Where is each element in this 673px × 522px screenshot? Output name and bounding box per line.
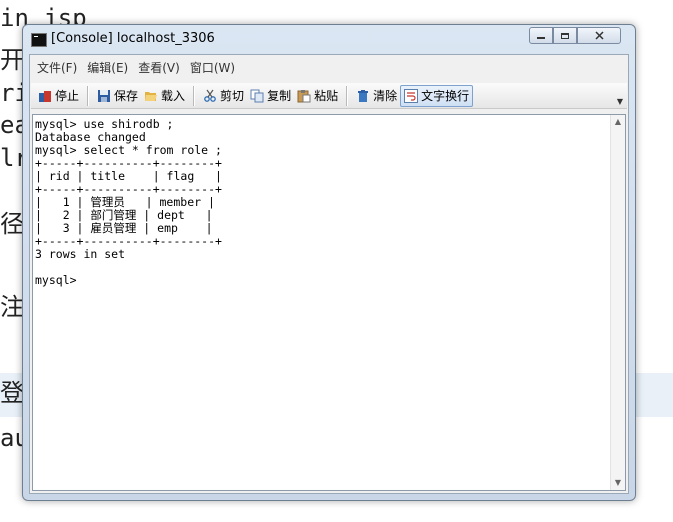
stop-button[interactable]: 停止 [35,85,82,107]
menu-bar: 文件(F) 编辑(E) 查看(V) 窗口(W) [30,55,628,79]
stop-icon [39,90,51,102]
toolbar-overflow-icon[interactable]: ▼ [617,97,623,106]
console-app-icon [31,33,47,47]
trash-icon [358,89,369,102]
folder-open-icon [145,91,158,101]
toolbar-separator [87,85,90,106]
console-output-text: mysql> use shirodb ; Database changed my… [35,117,222,287]
clear-label: 清除 [373,89,398,103]
word-wrap-label: 文字换行 [421,89,470,103]
background-text-line: 注 [0,293,24,321]
cut-label: 剪切 [220,89,245,103]
menu-file[interactable]: 文件(F) [36,58,78,77]
console-output-area[interactable]: mysql> use shirodb ; Database changed my… [32,114,626,491]
maximize-button[interactable] [553,27,577,44]
vertical-scrollbar[interactable]: ▲ ▼ [610,115,625,490]
maximize-icon [561,32,569,39]
minimize-icon [537,37,545,39]
minimize-button[interactable] [529,27,553,44]
clear-button[interactable]: 清除 [353,85,400,107]
menu-window[interactable]: 窗口(W) [189,58,236,77]
paste-icon [297,89,311,102]
menu-edit[interactable]: 编辑(E) [86,58,129,77]
background-text-line: 径 [0,210,24,238]
window-title: [Console] localhost_3306 [51,31,215,46]
background-text-line: 登 [0,379,24,407]
scroll-down-icon[interactable]: ▼ [611,476,625,490]
save-label: 保存 [114,89,139,103]
paste-label: 粘贴 [314,89,339,103]
toolbar-separator [346,85,349,106]
window-client-area: 文件(F) 编辑(E) 查看(V) 窗口(W) 停止 保存 载入 剪切 复制 粘… [29,54,629,494]
load-button[interactable]: 载入 [141,85,188,107]
menu-view[interactable]: 查看(V) [137,58,181,77]
word-wrap-toggle[interactable]: 文字换行 [400,84,474,107]
close-icon [594,31,604,40]
word-wrap-icon [404,88,419,103]
title-bar[interactable]: [Console] localhost_3306 [23,25,635,53]
scroll-up-icon[interactable]: ▲ [611,115,625,129]
copy-button[interactable]: 复制 [247,85,294,107]
stop-label: 停止 [55,89,80,103]
paste-button[interactable]: 粘贴 [294,85,341,107]
close-button[interactable] [577,27,621,44]
scissors-icon [204,89,216,102]
copy-icon [250,89,264,102]
save-icon [98,89,111,102]
save-button[interactable]: 保存 [94,85,141,107]
load-label: 载入 [161,89,186,103]
toolbar: 停止 保存 载入 剪切 复制 粘贴 清除 文字换行 ▼ [31,83,627,109]
toolbar-separator [193,85,196,106]
cut-button[interactable]: 剪切 [200,85,247,107]
copy-label: 复制 [267,89,292,103]
console-window: [Console] localhost_3306 文件(F) 编辑(E) 查看(… [22,24,636,501]
